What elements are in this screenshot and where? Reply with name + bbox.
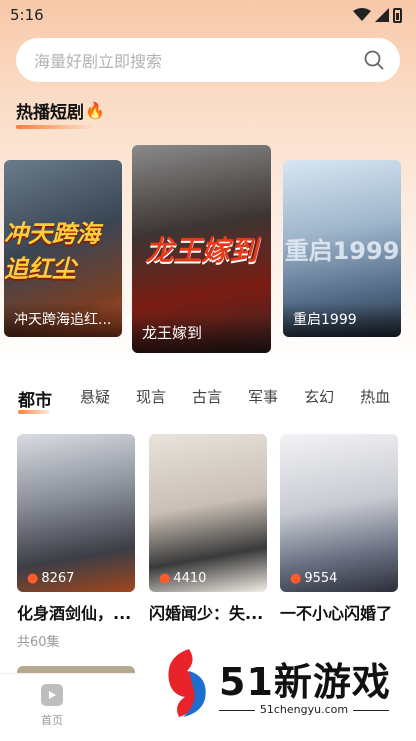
drama-poster: ● 8267 [17,434,135,592]
section-underline [16,125,94,129]
watermark: 51新游戏 51chengyu.com [137,621,416,741]
flame-icon: ● [27,571,39,586]
drama-poster: 冲天跨海追红尘 冲天跨海追红... [4,160,122,337]
watermark-brand: 51新游戏 [219,660,391,704]
drama-poster: ● 9554 [280,434,398,592]
drama-poster: 龙王嫁到 龙王嫁到 [132,145,271,353]
watermark-logo-icon [168,649,206,717]
hot-section-label: 热播短剧 [16,103,84,123]
poster-title-art: 冲天跨海追红尘 [4,219,100,283]
view-count-value: 4410 [173,571,207,586]
fire-icon: 🔥 [85,101,105,120]
tab-military[interactable]: 军事 [248,386,278,410]
tab-modern-romance[interactable]: 现言 [136,386,166,410]
drama-card[interactable]: ● 9554 一不小心闪婚了 [280,434,398,624]
hot-drama-card[interactable]: 冲天跨海追红尘 冲天跨海追红... [4,160,122,337]
tab-urban[interactable]: 都市 [18,386,52,410]
status-time: 5:16 [10,6,44,24]
nav-home[interactable]: 首页 [30,684,74,728]
view-count: ● 8267 [27,571,74,586]
wifi-icon [353,8,371,21]
flame-icon: ● [290,571,302,586]
hot-section-title: 热播短剧 🔥 [16,98,105,129]
drama-card[interactable]: ● 8267 化身酒剑仙，... [17,434,135,624]
category-tabs: 都市 悬疑 现言 古言 军事 玄幻 热血 [18,386,416,410]
hot-drama-title: 重启1999 [283,303,401,337]
view-count-value: 8267 [41,571,75,586]
hot-drama-title: 龙王嫁到 [132,316,271,353]
tab-fantasy[interactable]: 玄幻 [304,386,334,410]
flame-icon: ● [159,571,171,586]
tab-hot-blood[interactable]: 热血 [360,386,390,410]
play-icon [41,684,63,706]
search-icon[interactable] [364,50,384,70]
signal-icon [375,8,389,22]
battery-icon [393,7,402,23]
status-icons [353,7,402,23]
search-bar[interactable]: 海量好剧立即搜索 [16,38,400,82]
poster-title-art: 重启1999 [284,237,400,265]
drama-poster: ● 4410 [149,434,267,592]
watermark-url: 51chengyu.com [219,703,389,716]
search-input[interactable]: 海量好剧立即搜索 [34,48,162,72]
hot-drama-card[interactable]: 重启1999 重启1999 [283,160,401,337]
nav-home-label: 首页 [41,714,63,727]
drama-card[interactable]: ● 4410 闪婚闻少：失... [149,434,267,624]
tab-ancient-romance[interactable]: 古言 [192,386,222,410]
active-tab-indicator [18,410,50,414]
tab-suspense[interactable]: 悬疑 [80,386,110,410]
view-count: ● 9554 [290,571,337,586]
hot-drama-title: 冲天跨海追红... [4,303,122,337]
episode-count: 共60集 [17,635,60,650]
drama-title: 化身酒剑仙，... [17,604,132,623]
status-bar: 5:16 [0,0,416,30]
hot-drama-card-featured[interactable]: 龙王嫁到 龙王嫁到 [132,145,271,353]
drama-poster: 重启1999 重启1999 [283,160,401,337]
view-count: ● 4410 [159,571,206,586]
view-count-value: 9554 [304,571,338,586]
poster-title-art: 龙王嫁到 [145,234,258,267]
